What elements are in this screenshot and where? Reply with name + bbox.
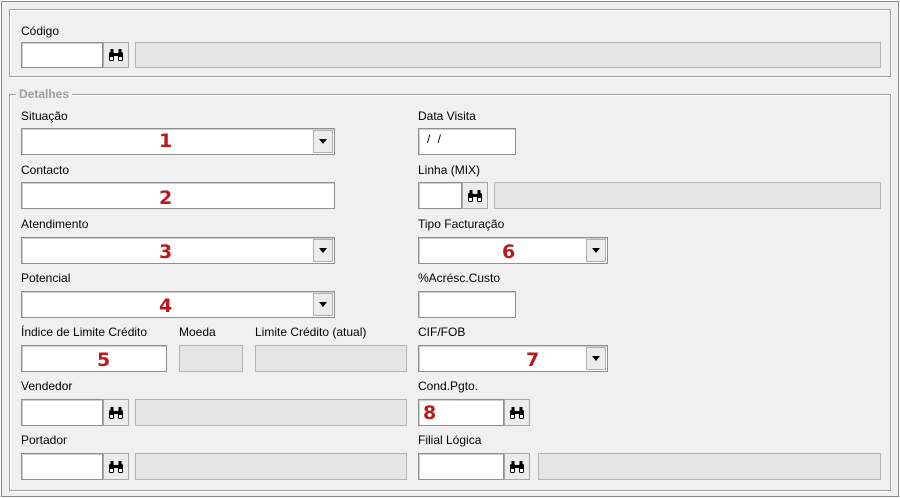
linha-mix-label: Linha (MIX)	[418, 163, 481, 177]
codigo-lookup-button[interactable]	[103, 42, 129, 68]
annotation-marker-7: 7	[526, 349, 540, 371]
indice-limite-label: Índice de Limite Crédito	[21, 325, 148, 339]
moeda-label: Moeda	[179, 325, 216, 339]
binoculars-icon	[509, 460, 525, 474]
binoculars-icon	[108, 48, 124, 62]
contacto-label: Contacto	[21, 163, 70, 177]
binoculars-icon	[467, 189, 483, 203]
atendimento-label: Atendimento	[21, 217, 89, 231]
annotation-marker-8: 8	[423, 402, 437, 424]
annotation-marker-5: 5	[97, 349, 111, 371]
filial-logica-label: Filial Lógica	[418, 433, 482, 447]
linha-mix-description	[494, 182, 881, 209]
indice-limite-input[interactable]	[21, 345, 167, 372]
vendedor-description	[135, 399, 407, 426]
vendedor-lookup-button[interactable]	[103, 399, 129, 426]
chevron-down-icon[interactable]	[313, 130, 333, 153]
situacao-select[interactable]	[21, 128, 335, 155]
moeda-field	[179, 345, 243, 372]
portador-lookup-button[interactable]	[103, 453, 129, 480]
vendedor-label: Vendedor	[21, 379, 73, 393]
linha-mix-input[interactable]	[418, 182, 462, 209]
contacto-input[interactable]	[21, 182, 335, 209]
linha-mix-lookup-button[interactable]	[462, 182, 488, 209]
atendimento-select[interactable]	[21, 237, 335, 264]
portador-label: Portador	[21, 433, 68, 447]
codigo-label: Código	[21, 24, 60, 38]
portador-input[interactable]	[21, 453, 103, 480]
filial-logica-input[interactable]	[418, 453, 504, 480]
cif-fob-label: CIF/FOB	[418, 325, 466, 339]
chevron-down-icon[interactable]	[313, 239, 333, 262]
annotation-marker-4: 4	[159, 295, 173, 317]
chevron-down-icon[interactable]	[313, 293, 333, 316]
annotation-marker-6: 6	[502, 241, 516, 263]
annotation-marker-2: 2	[159, 187, 173, 209]
filial-logica-lookup-button[interactable]	[504, 453, 530, 480]
form-panel: Código Detalhes Situação 1 Contacto 2 At…	[1, 1, 899, 497]
codigo-description	[135, 42, 881, 68]
situacao-label: Situação	[21, 109, 68, 123]
cond-pgto-label: Cond.Pgto.	[418, 379, 479, 393]
annotation-marker-1: 1	[159, 130, 173, 152]
cond-pgto-lookup-button[interactable]	[504, 399, 530, 426]
cif-fob-select[interactable]	[418, 345, 608, 372]
detalhes-legend: Detalhes	[16, 87, 73, 101]
limite-credito-label: Limite Crédito (atual)	[255, 325, 367, 339]
acresc-custo-label: %Acrésc.Custo	[418, 271, 501, 285]
filial-logica-description	[538, 453, 881, 480]
limite-credito-field	[255, 345, 407, 372]
vendedor-input[interactable]	[21, 399, 103, 426]
annotation-marker-3: 3	[159, 241, 173, 263]
binoculars-icon	[509, 406, 525, 420]
potencial-select[interactable]	[21, 291, 335, 318]
data-visita-input[interactable]: / /	[418, 128, 516, 155]
binoculars-icon	[108, 460, 124, 474]
potencial-label: Potencial	[21, 271, 71, 285]
chevron-down-icon[interactable]	[586, 347, 606, 370]
chevron-down-icon[interactable]	[586, 239, 606, 262]
codigo-input[interactable]	[21, 42, 103, 68]
portador-description	[135, 453, 407, 480]
binoculars-icon	[108, 406, 124, 420]
data-visita-label: Data Visita	[418, 109, 476, 123]
acresc-custo-input[interactable]	[418, 291, 516, 318]
tipo-facturacao-label: Tipo Facturação	[418, 217, 505, 231]
